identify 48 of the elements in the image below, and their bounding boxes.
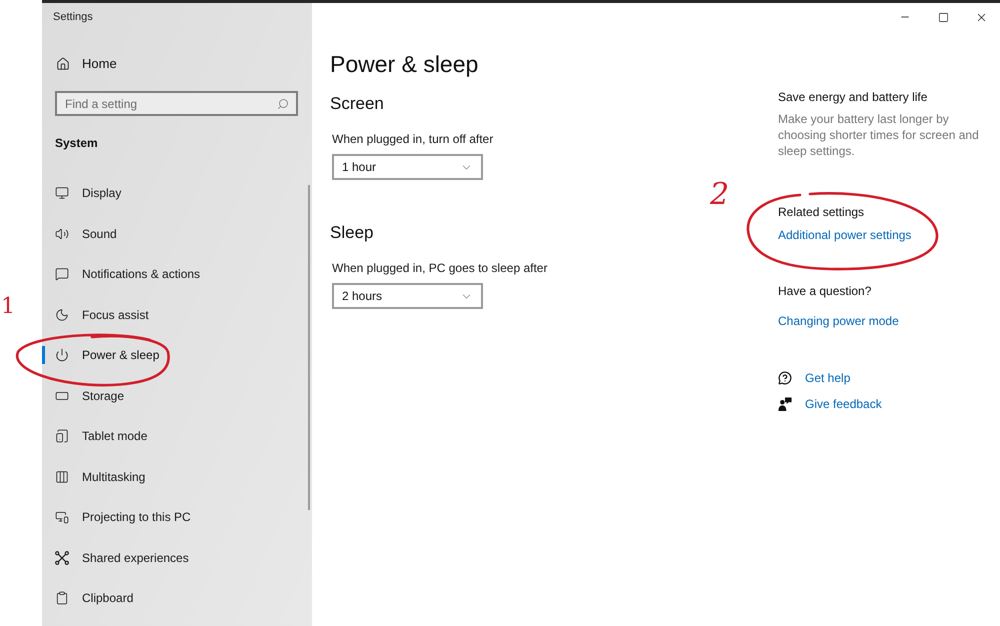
window-columns-icon bbox=[55, 470, 69, 484]
sidebar-nav-item[interactable]: Storage bbox=[42, 376, 312, 416]
monitor-icon bbox=[55, 186, 69, 200]
question-bubble-icon bbox=[778, 371, 792, 385]
link[interactable]: Give feedback bbox=[805, 396, 882, 412]
speech-bubble-icon bbox=[55, 267, 69, 282]
power-icon bbox=[55, 348, 69, 362]
clipboard-icon bbox=[55, 591, 69, 606]
sidebar-nav-item[interactable]: Focus assist bbox=[42, 294, 312, 335]
sidebar-nav-item[interactable]: Clipboard bbox=[42, 578, 312, 618]
field-label: When plugged in, turn off after bbox=[332, 131, 494, 147]
section-heading: Sleep bbox=[330, 222, 374, 244]
link[interactable]: Changing power mode bbox=[778, 313, 899, 329]
person-speech-icon bbox=[778, 397, 792, 411]
link[interactable]: Additional power settings bbox=[778, 227, 912, 243]
section-heading: Screen bbox=[330, 93, 384, 115]
info-heading: Save energy and battery life bbox=[778, 89, 928, 105]
sidebar-nav-item[interactable]: Power & sleep bbox=[42, 335, 312, 376]
annotation-number: 2 bbox=[710, 180, 730, 210]
connected-nodes-icon bbox=[55, 550, 69, 565]
sidebar-nav-item[interactable]: Multitasking bbox=[42, 456, 312, 497]
sidebar-nav-item[interactable]: Display bbox=[42, 173, 312, 214]
section-heading: System bbox=[55, 135, 98, 152]
field-label: When plugged in, PC goes to sleep after bbox=[332, 260, 548, 276]
devices-icon bbox=[55, 510, 69, 524]
sidebar-nav-item[interactable]: Sound bbox=[42, 214, 312, 254]
sidebar-nav-item[interactable]: Tablet mode bbox=[42, 416, 312, 456]
link[interactable]: Get help bbox=[805, 370, 850, 386]
sidebar-nav-item[interactable]: Projecting to this PC bbox=[42, 497, 312, 538]
search-icon bbox=[277, 98, 289, 110]
dropdown[interactable]: 1 hour bbox=[332, 154, 483, 180]
sidebar-nav-item[interactable]: Notifications & actions bbox=[42, 254, 312, 294]
dropdown[interactable]: 2 hours bbox=[332, 283, 483, 309]
home-icon bbox=[56, 57, 70, 71]
scrollbar-thumb[interactable] bbox=[308, 185, 310, 510]
home-nav-item[interactable]: Home bbox=[42, 44, 312, 84]
annotation-number: 1 bbox=[1, 296, 15, 318]
speaker-icon bbox=[55, 226, 69, 241]
group-heading: Have a question? bbox=[778, 283, 872, 299]
page-title: Power & sleep bbox=[330, 50, 478, 79]
tablet-icon bbox=[55, 429, 69, 444]
moon-icon bbox=[55, 308, 69, 322]
window-title: Settings bbox=[53, 10, 93, 25]
search-field[interactable]: Find a setting bbox=[55, 91, 298, 116]
maximize-icon bbox=[938, 12, 948, 22]
sidebar-nav-item[interactable]: Shared experiences bbox=[42, 538, 312, 578]
group-heading: Related settings bbox=[778, 204, 864, 220]
info-text: Make your battery last longer by choosing shorter times for screen and sleep settings. bbox=[778, 111, 980, 159]
